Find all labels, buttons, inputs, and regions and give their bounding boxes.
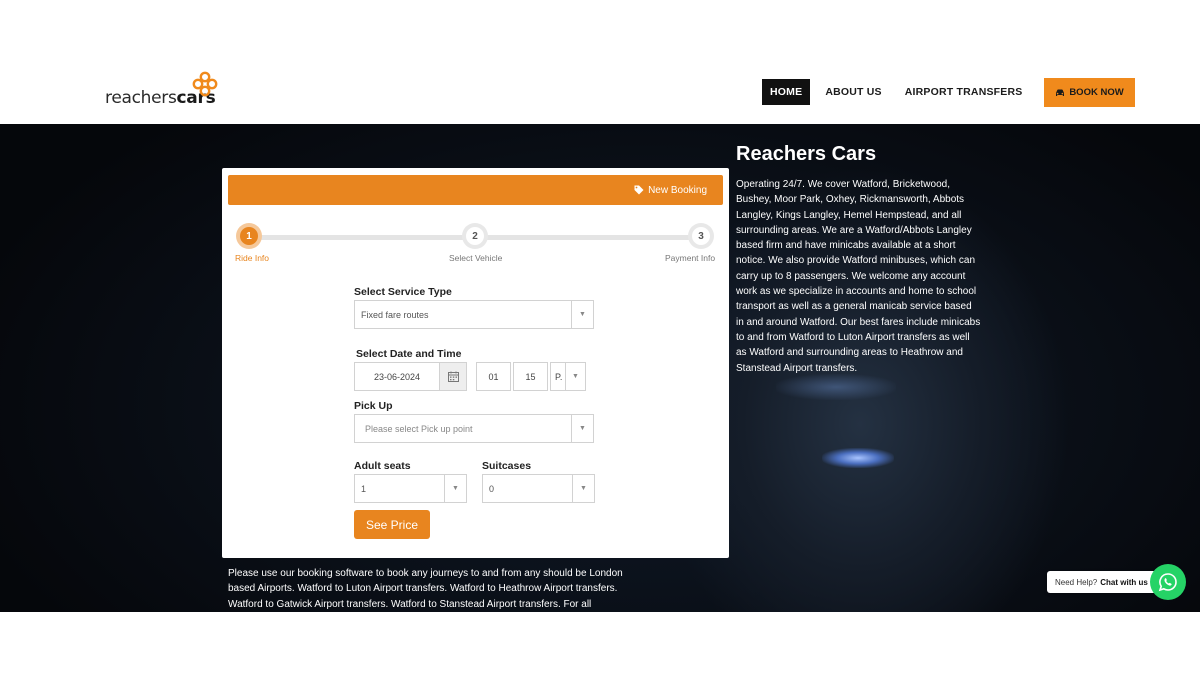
tag-icon xyxy=(634,185,644,195)
pickup-placeholder: Please select Pick up point xyxy=(365,423,473,434)
car-headlight xyxy=(822,448,894,468)
nav-item-home[interactable]: HOME xyxy=(762,79,811,105)
date-input[interactable]: 23-06-2024 xyxy=(354,362,440,391)
company-description: Operating 24/7. We cover Watford, Bricke… xyxy=(736,179,981,374)
service-type-value: Fixed fare routes xyxy=(361,309,429,320)
chevron-down-icon: ▼ xyxy=(572,475,594,502)
car-image xyxy=(776,374,896,400)
step-payment-info[interactable]: 3 xyxy=(688,223,714,249)
booking-steps: 1 Ride Info 2 Select Vehicle 3 Payment I… xyxy=(228,223,723,263)
whatsapp-icon xyxy=(1158,573,1177,592)
date-time-label: Select Date and Time xyxy=(356,348,462,360)
help-prefix: Need Help? xyxy=(1055,577,1098,587)
calendar-button[interactable] xyxy=(439,362,467,391)
step-label-select-vehicle: Select Vehicle xyxy=(449,253,503,263)
booking-form: New Booking 1 Ride Info 2 Select Vehicle… xyxy=(222,168,729,558)
suitcases-select[interactable]: 0 ▼ xyxy=(482,474,595,503)
site-logo[interactable]: reacherscars xyxy=(105,71,218,107)
pickup-label: Pick Up xyxy=(354,400,393,412)
ampm-select[interactable]: P... ▼ xyxy=(550,362,586,391)
nav-item-airport-transfers[interactable]: AIRPORT TRANSFERS xyxy=(897,79,1031,105)
company-title: Reachers Cars xyxy=(736,143,877,165)
nav-item-about-us[interactable]: ABOUT US xyxy=(817,79,889,105)
booking-intro-text: Please use our booking software to book … xyxy=(228,568,623,610)
service-type-select[interactable]: Fixed fare routes ▼ xyxy=(354,300,594,329)
hour-input[interactable]: 01 xyxy=(476,362,511,391)
adult-seats-value: 1 xyxy=(361,483,367,494)
step-label-ride-info: Ride Info xyxy=(235,253,270,263)
chevron-down-icon: ▼ xyxy=(565,363,585,390)
suitcases-label: Suitcases xyxy=(482,460,532,472)
pickup-select[interactable]: Please select Pick up point ▼ xyxy=(354,414,594,443)
need-help-chat[interactable]: Need Help? Chat with us xyxy=(1047,571,1156,593)
calendar-icon xyxy=(447,371,459,382)
new-booking-label[interactable]: New Booking xyxy=(648,185,707,196)
whatsapp-button[interactable] xyxy=(1150,564,1186,600)
chevron-down-icon: ▼ xyxy=(571,415,593,442)
chevron-down-icon: ▼ xyxy=(444,475,466,502)
book-now-label: BOOK NOW xyxy=(1069,87,1124,98)
main-nav: HOME ABOUT US AIRPORT TRANSFERS xyxy=(762,79,1038,105)
step-label-payment-info: Payment Info xyxy=(665,253,716,263)
adult-seats-label: Adult seats xyxy=(354,460,411,472)
chevron-down-icon: ▼ xyxy=(571,301,593,328)
ampm-value: P... xyxy=(555,371,563,382)
logo-mark-icon xyxy=(192,71,218,97)
see-price-button[interactable]: See Price xyxy=(354,510,430,539)
adult-seats-select[interactable]: 1 ▼ xyxy=(354,474,467,503)
car-icon xyxy=(1056,89,1065,96)
suitcases-value: 0 xyxy=(489,483,495,494)
hero-section: New Booking 1 Ride Info 2 Select Vehicle… xyxy=(0,124,1200,612)
step-select-vehicle[interactable]: 2 xyxy=(462,223,488,249)
book-now-button[interactable]: BOOK NOW xyxy=(1044,78,1135,107)
help-cta: Chat with us xyxy=(1100,577,1148,587)
service-type-label: Select Service Type xyxy=(354,286,452,298)
site-header: reacherscars HOME ABOUT US AIRPORT TRANS… xyxy=(0,0,1200,124)
booking-form-header: New Booking xyxy=(228,175,723,205)
step-ride-info[interactable]: 1 xyxy=(236,223,262,249)
minute-input[interactable]: 15 xyxy=(513,362,548,391)
